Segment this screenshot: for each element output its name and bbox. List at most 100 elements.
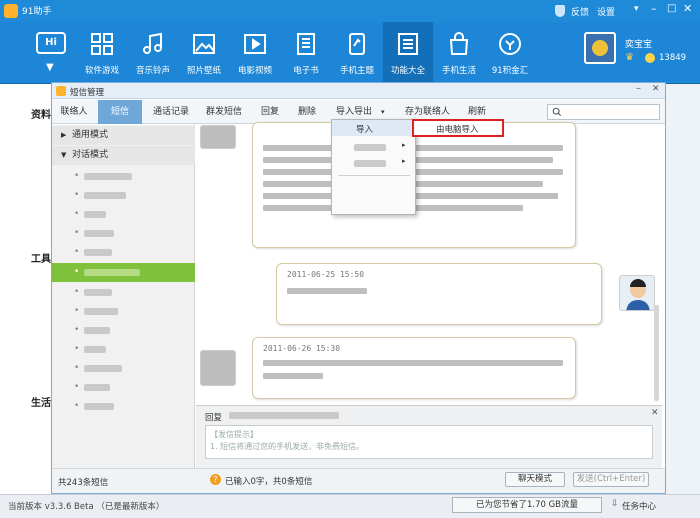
search-icon bbox=[552, 107, 562, 117]
user-name[interactable]: 奕宝宝 bbox=[625, 37, 652, 50]
app-title: 91助手 bbox=[22, 7, 52, 17]
menu-item-label: 由电脑导入 bbox=[436, 125, 479, 135]
sms-window-title: 短信管理 bbox=[70, 88, 105, 98]
menu-dropdown-icon[interactable]: ▾ bbox=[634, 4, 639, 14]
toolbar-theme[interactable]: 手机主题 bbox=[332, 22, 382, 84]
category-tools[interactable]: 工具 bbox=[31, 250, 51, 265]
sms-minimize-icon[interactable]: – bbox=[636, 83, 641, 94]
message-bubble-received[interactable]: 2011-06-26 15:30 bbox=[252, 337, 576, 399]
settings-link[interactable]: 设置 bbox=[597, 5, 615, 18]
toolbar-functions[interactable]: 功能大全 bbox=[383, 22, 433, 84]
message-bubble-sent[interactable]: 2011-06-25 15:50 bbox=[276, 263, 602, 325]
toolbar-label: 音乐铃声 bbox=[135, 66, 170, 76]
reply-button[interactable]: 回复 bbox=[261, 100, 279, 124]
photo-icon bbox=[193, 34, 215, 54]
tree-contact-item[interactable]: • bbox=[52, 224, 195, 243]
tree-contact-item[interactable]: • bbox=[52, 283, 195, 302]
toolbar-ebook[interactable]: 电子书 bbox=[281, 22, 331, 84]
toolbar-label: 手机生活 bbox=[441, 66, 476, 76]
tree-contact-item[interactable]: • bbox=[52, 243, 195, 262]
ebook-icon bbox=[297, 33, 315, 55]
search-input[interactable] bbox=[547, 104, 660, 120]
reply-label: 回复 bbox=[205, 413, 223, 423]
music-note-icon bbox=[143, 32, 162, 54]
toolbar-apps-games[interactable]: 软件游戏 bbox=[77, 22, 127, 84]
menu-item[interactable]: ▸ bbox=[332, 156, 415, 170]
tree-contact-item[interactable]: • bbox=[52, 205, 195, 224]
user-avatar[interactable] bbox=[584, 32, 616, 64]
shield-icon[interactable] bbox=[555, 5, 565, 17]
toolbar-coins[interactable]: 91积金汇 bbox=[485, 22, 535, 84]
toolbar-video[interactable]: 电影视频 bbox=[230, 22, 280, 84]
toolbar-music[interactable]: 音乐铃声 bbox=[128, 22, 178, 84]
toolbar-photos[interactable]: 照片壁纸 bbox=[179, 22, 229, 84]
char-count: 已输入0字，共0条短信 bbox=[225, 477, 313, 487]
traffic-saved: 已为您节省了1.70 GB流量 bbox=[452, 497, 602, 513]
coin-count: 13849 bbox=[659, 53, 687, 63]
tree-label: 对话模式 bbox=[72, 150, 109, 160]
functions-icon bbox=[398, 33, 418, 55]
bulk-send-button[interactable]: 群发短信 bbox=[206, 100, 242, 124]
tree-contact-item[interactable]: • bbox=[52, 397, 195, 416]
chat-mode-button[interactable]: 聊天模式 bbox=[505, 472, 565, 487]
tree-contact-item[interactable]: • bbox=[52, 378, 195, 397]
toolbar-label: 91积金汇 bbox=[491, 66, 529, 76]
collapse-arrow-icon: ▼ bbox=[61, 151, 67, 159]
menu-item-import[interactable]: 导入 bbox=[332, 120, 415, 136]
hint-title: 【发信提示】 bbox=[210, 430, 258, 439]
toolbar-label: 照片壁纸 bbox=[186, 66, 221, 76]
hi-dropdown-icon[interactable]: ▼ bbox=[46, 62, 54, 73]
task-center-link[interactable]: 任务中心 bbox=[622, 500, 656, 512]
apps-grid-icon bbox=[91, 33, 113, 55]
total-count: 共243条短信 bbox=[58, 478, 109, 488]
left-category-strip: 资料 工具 生活 bbox=[0, 84, 52, 494]
tree-contact-item[interactable]: • bbox=[52, 321, 195, 340]
download-icon: ⇩ bbox=[611, 499, 619, 509]
tree-contact-item[interactable]: • bbox=[52, 302, 195, 321]
toolbar-label: 软件游戏 bbox=[84, 66, 119, 76]
tree-contact-item[interactable]: • bbox=[52, 167, 195, 186]
close-icon[interactable]: ✕ bbox=[683, 2, 692, 15]
feedback-link[interactable]: 反馈 bbox=[571, 5, 589, 18]
coin-badge-icon bbox=[645, 53, 655, 63]
conversation-area: 2011-06-25 15:50 2011-06-26 15:30 bbox=[196, 122, 662, 405]
import-export-menu: 导入 ▸ ▸ bbox=[331, 119, 416, 215]
maximize-icon[interactable]: □ bbox=[667, 3, 676, 14]
sms-close-icon[interactable]: ✕ bbox=[652, 84, 660, 94]
tree-contact-item[interactable]: • bbox=[52, 359, 195, 378]
contact-avatar bbox=[200, 350, 236, 386]
warning-icon: ? bbox=[210, 474, 221, 485]
hi-button[interactable]: Hi bbox=[36, 32, 66, 54]
send-button[interactable]: 发送(Ctrl+Enter) bbox=[573, 472, 649, 487]
tab-call-log[interactable]: 通话记录 bbox=[144, 100, 198, 124]
video-icon bbox=[244, 34, 266, 54]
expand-arrow-icon: ▶ bbox=[61, 131, 67, 139]
chat-scrollbar[interactable] bbox=[654, 305, 659, 401]
tab-contacts[interactable]: 联络人 bbox=[52, 100, 96, 124]
reply-textarea[interactable]: 【发信提示】 1. 短信将通过您的手机发送，非免费短信。 bbox=[205, 425, 653, 459]
trophy-icon: ♛ bbox=[625, 52, 634, 63]
reply-panel: 回复 ✕ 【发信提示】 1. 短信将通过您的手机发送，非免费短信。 bbox=[196, 405, 662, 468]
sms-statusbar: 共243条短信 ? 已输入0字，共0条短信 聊天模式 发送(Ctrl+Enter… bbox=[52, 468, 665, 493]
shopping-bag-icon bbox=[449, 32, 469, 55]
toolbar-life[interactable]: 手机生活 bbox=[434, 22, 484, 84]
delete-button[interactable]: 删除 bbox=[298, 100, 316, 124]
tree-contact-item[interactable]: • bbox=[52, 340, 195, 359]
tree-dialog-mode[interactable]: ▼ 对话模式 bbox=[52, 146, 195, 165]
sms-logo-icon bbox=[56, 86, 66, 96]
category-info[interactable]: 资料 bbox=[31, 106, 51, 121]
theme-icon bbox=[349, 33, 365, 55]
menu-item[interactable]: ▸ bbox=[332, 140, 415, 154]
tab-sms[interactable]: 短信 bbox=[98, 100, 142, 124]
category-life[interactable]: 生活 bbox=[31, 394, 51, 409]
app-statusbar: 当前版本 v3.3.6 Beta （已是最新版本） 已为您节省了1.70 GB流… bbox=[0, 494, 700, 518]
tree-general-mode[interactable]: ▶ 通用模式 bbox=[52, 126, 195, 145]
import-from-pc-menu-item[interactable]: 由电脑导入 bbox=[412, 119, 504, 137]
toolbar-label: 电影视频 bbox=[237, 66, 272, 76]
minimize-icon[interactable]: – bbox=[651, 2, 657, 15]
app-titlebar: 91助手 反馈 设置 ▾ – □ ✕ bbox=[0, 0, 700, 22]
tree-contact-item[interactable]: • bbox=[52, 186, 195, 205]
message-time: 2011-06-25 15:50 bbox=[287, 270, 365, 279]
reply-close-icon[interactable]: ✕ bbox=[651, 408, 659, 418]
tree-contact-item-selected[interactable]: • bbox=[52, 263, 195, 282]
